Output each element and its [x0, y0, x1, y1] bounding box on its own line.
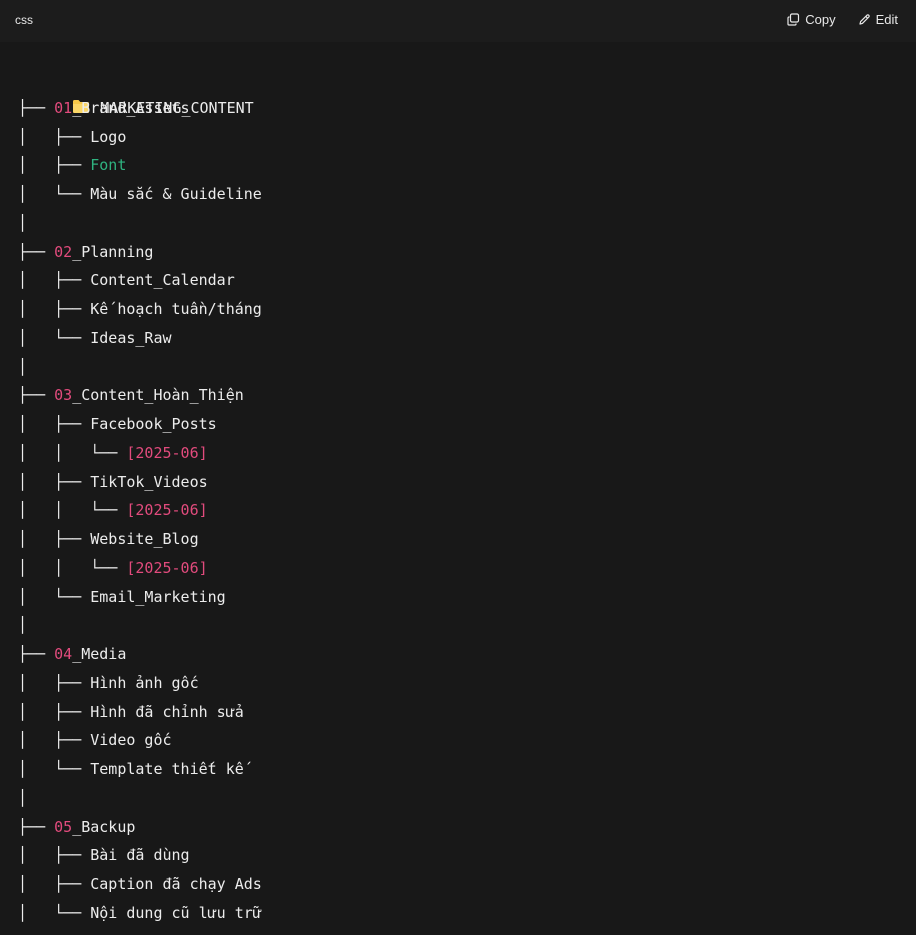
- tree-branch: │ ├──: [18, 846, 91, 865]
- tree-branch: │ ├──: [18, 271, 91, 290]
- tree-folder-line: ├── 04_Media: [18, 640, 262, 669]
- tree-item-label: Email_Marketing: [90, 587, 226, 606]
- tree-line: │ ├── Content_Calendar: [18, 266, 262, 295]
- tree-line: │ ├── TikTok_Videos: [18, 468, 262, 497]
- tree-item-label: _Planning: [72, 242, 154, 261]
- tree-folder-line: ├── 03_Content_Hoàn_Thiện: [18, 381, 262, 410]
- tree-line: │ ├── Facebook_Posts: [18, 410, 262, 439]
- tree-branch: │ ├──: [18, 127, 91, 146]
- tree-branch: │ ├──: [18, 472, 91, 491]
- tree-branch: ├──: [18, 645, 55, 663]
- tree-item-label: Hình ảnh gốc: [90, 673, 199, 692]
- tree-item-label: Content_Calendar: [90, 271, 235, 290]
- tree-branch: │ └──: [18, 587, 91, 606]
- tree-branch: │ ├──: [18, 731, 91, 750]
- tree-item-label: [2025-06]: [126, 443, 208, 462]
- tree-line: │: [18, 353, 262, 382]
- tree-item-label: Kế hoạch tuần/tháng: [90, 300, 262, 318]
- code-actions: Copy Edit: [787, 12, 898, 27]
- folder-number: 04: [54, 645, 73, 663]
- tree-line: │ ├── Kế hoạch tuần/tháng: [18, 295, 262, 324]
- tree-branch: ├──: [18, 242, 55, 261]
- copy-label: Copy: [805, 12, 836, 27]
- tree-item-label: Nội dung cũ lưu trữ: [90, 903, 262, 922]
- tree-item-label: [2025-06]: [126, 558, 208, 577]
- tree-line: │ ├── Caption đã chạy Ads: [18, 870, 262, 899]
- tree-branch: ├──: [18, 386, 55, 405]
- tree-branch: │: [18, 357, 28, 376]
- tree-line: │ │ └── [2025-06]: [18, 554, 262, 583]
- tree-line: │ ├── Bài đã dùng: [18, 841, 262, 870]
- folder-number: 02: [54, 242, 73, 261]
- tree-item-label: Video gốc: [90, 731, 172, 750]
- tree-branch: │ ├──: [18, 673, 91, 692]
- tree-line: │ └── Template thiết kế: [18, 755, 262, 784]
- file-tree: MARKETING_CONTENT ├── 01_Brand_Assets │ ├…: [18, 65, 262, 928]
- tree-item-label: Template thiết kế: [90, 760, 244, 778]
- tree-line: │ └── Email_Marketing: [18, 583, 262, 612]
- tree-item-label: _Brand_Assets: [72, 98, 190, 117]
- tree-line: │ └── Màu sắc & Guideline: [18, 180, 262, 209]
- tree-folder-line: ├── 05_Backup: [18, 813, 262, 842]
- tree-item-label: Hình đã chỉnh sửa: [90, 702, 244, 721]
- tree-branch: ├──: [18, 817, 55, 836]
- tree-branch: │ ├──: [18, 415, 91, 433]
- pencil-icon: [858, 14, 870, 25]
- tree-branch: │ ├──: [18, 156, 91, 175]
- tree-item-label: Ideas_Raw: [90, 328, 172, 347]
- tree-line: │ └── Nội dung cũ lưu trữ: [18, 899, 262, 928]
- tree-branch: │: [18, 788, 28, 807]
- tree-line: │ ├── Website_Blog: [18, 525, 262, 554]
- tree-item-label: TikTok_Videos: [90, 472, 208, 491]
- tree-item-label: _Content_Hoàn_Thiện: [72, 386, 244, 405]
- folder-number: 05: [54, 817, 73, 836]
- code-content[interactable]: MARKETING_CONTENT ├── 01_Brand_Assets │ ├…: [0, 42, 916, 935]
- tree-branch: │: [18, 616, 28, 635]
- tree-line: │ ├── Video gốc: [18, 726, 262, 755]
- tree-branch: │ │ └──: [18, 501, 127, 520]
- edit-label: Edit: [875, 12, 898, 27]
- folder-number: 03: [54, 386, 73, 405]
- edit-button[interactable]: Edit: [858, 12, 898, 27]
- tree-line: │ ├── Hình ảnh gốc: [18, 669, 262, 698]
- tree-branch: │ ├──: [18, 702, 91, 721]
- tree-branch: │ └──: [18, 185, 91, 203]
- tree-item-label: Bài đã dùng: [90, 846, 190, 865]
- tree-line: │ └── Ideas_Raw: [18, 324, 262, 353]
- tree-branch: │ └──: [18, 903, 91, 922]
- tree-item-label: [2025-06]: [126, 501, 208, 520]
- tree-item-label: Font: [90, 156, 127, 175]
- tree-item-label: Màu sắc & Guideline: [90, 185, 262, 203]
- tree-folder-line: ├── 02_Planning: [18, 238, 262, 267]
- tree-branch: │ │ └──: [18, 443, 127, 462]
- tree-line: │: [18, 611, 262, 640]
- copy-icon: [787, 13, 800, 26]
- tree-branch: │ │ └──: [18, 558, 127, 577]
- tree-item-label: Website_Blog: [90, 530, 199, 548]
- code-block-header: css Copy Edit: [0, 0, 916, 42]
- tree-root: MARKETING_CONTENT: [18, 65, 262, 117]
- tree-line: │ │ └── [2025-06]: [18, 496, 262, 525]
- tree-branch: │ ├──: [18, 875, 91, 893]
- tree-branch: ├──: [18, 98, 55, 117]
- tree-branch: │ └──: [18, 328, 91, 347]
- language-label: css: [15, 13, 33, 27]
- tree-line: │ ├── Hình đã chỉnh sửa: [18, 698, 262, 727]
- tree-branch: │ ├──: [18, 530, 91, 548]
- tree-line: │ │ └── [2025-06]: [18, 439, 262, 468]
- tree-item-label: Facebook_Posts: [90, 415, 217, 433]
- tree-item-label: Logo: [90, 127, 127, 146]
- tree-item-label: Caption đã chạy Ads: [90, 875, 262, 893]
- tree-branch: │ ├──: [18, 300, 91, 318]
- tree-line: │ ├── Font: [18, 151, 262, 180]
- copy-button[interactable]: Copy: [787, 12, 836, 27]
- tree-line: │: [18, 784, 262, 813]
- tree-line: │ ├── Logo: [18, 123, 262, 152]
- folder-number: 01: [54, 98, 73, 117]
- tree-branch: │: [18, 213, 28, 232]
- tree-item-label: _Media: [72, 645, 127, 663]
- tree-branch: │ └──: [18, 760, 91, 778]
- tree-item-label: _Backup: [72, 817, 136, 836]
- tree-line: │: [18, 209, 262, 238]
